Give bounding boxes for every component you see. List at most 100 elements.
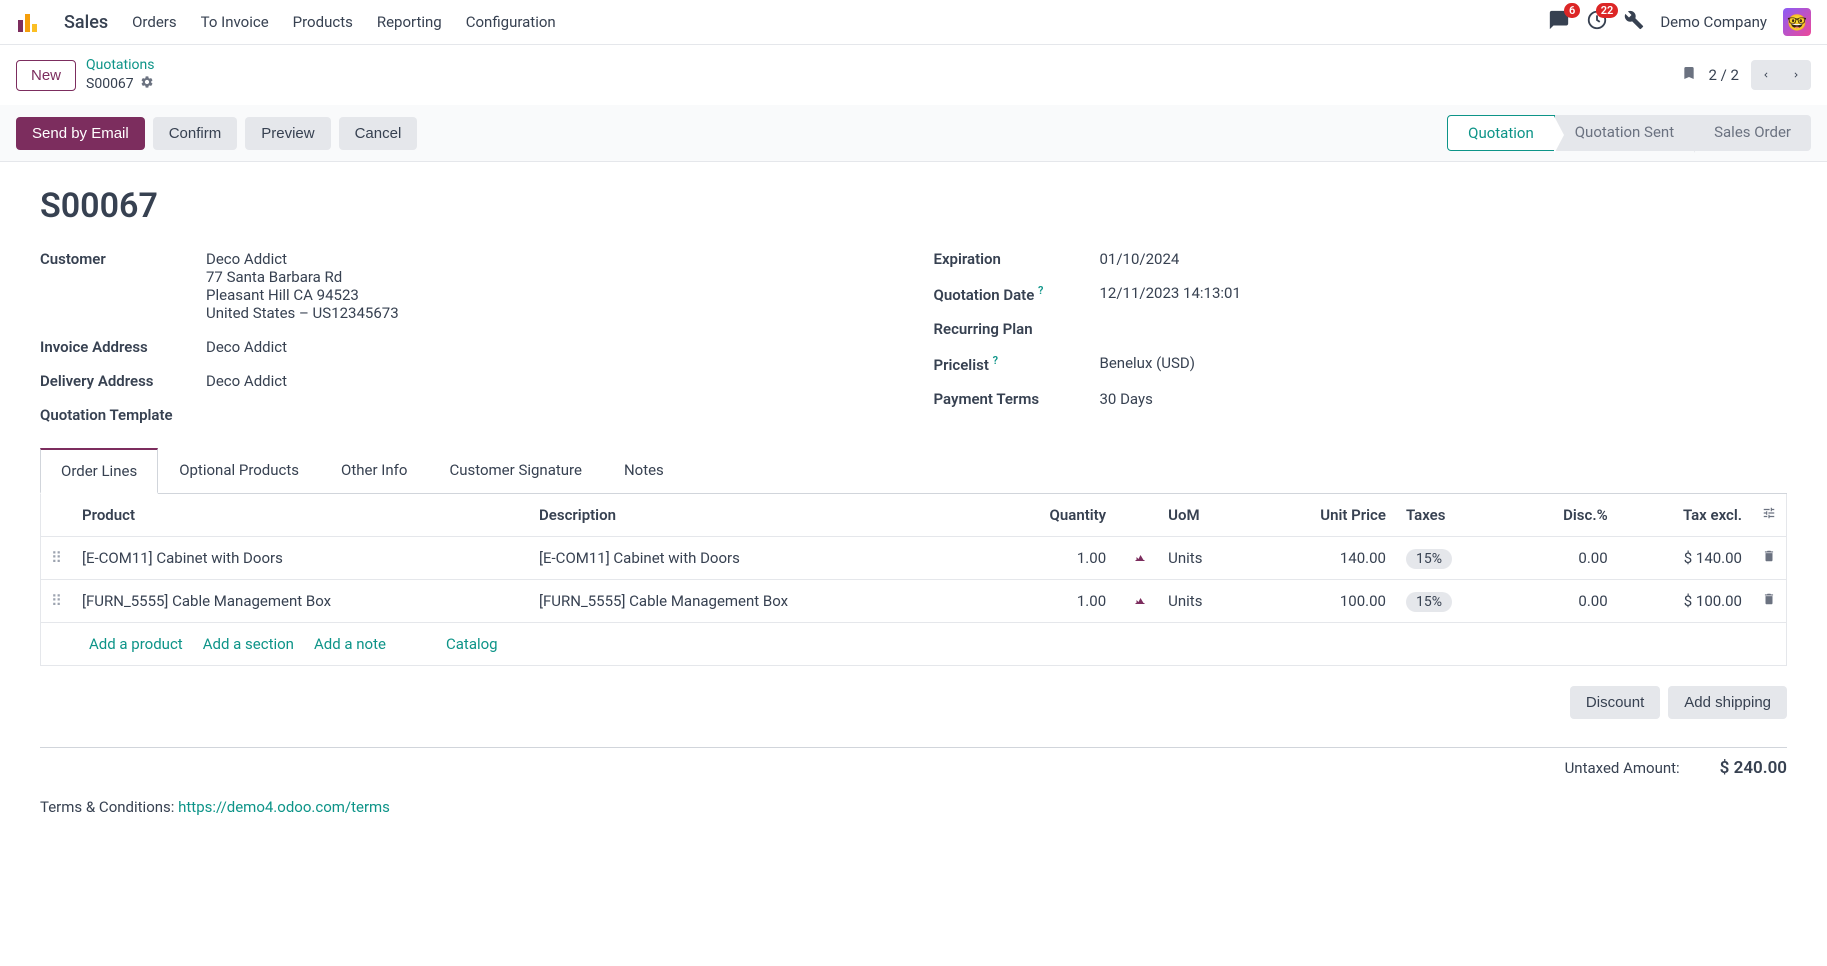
send-by-email-button[interactable]: Send by Email	[16, 117, 145, 150]
terms: Terms & Conditions: https://demo4.odoo.c…	[40, 788, 1787, 826]
terms-link[interactable]: https://demo4.odoo.com/terms	[178, 798, 390, 816]
cell-uom[interactable]: Units	[1158, 580, 1250, 623]
totals: Untaxed Amount: $ 240.00	[40, 747, 1787, 788]
forecast-icon[interactable]	[1132, 549, 1148, 567]
customer-city: Pleasant Hill CA 94523	[206, 286, 399, 304]
cell-product[interactable]: [E-COM11] Cabinet with Doors	[72, 537, 529, 580]
messages-icon[interactable]: 6	[1548, 9, 1570, 35]
cell-quantity[interactable]: 1.00	[986, 580, 1116, 623]
label-quotation-date: Quotation Date ?	[934, 284, 1084, 304]
value-expiration[interactable]: 01/10/2024	[1100, 250, 1180, 268]
columns-settings-icon[interactable]	[1762, 506, 1776, 524]
cell-description[interactable]: [FURN_5555] Cable Management Box	[529, 580, 986, 623]
preview-button[interactable]: Preview	[245, 117, 330, 150]
gear-icon[interactable]	[140, 75, 154, 93]
untaxed-label: Untaxed Amount:	[1565, 759, 1680, 777]
label-payment-terms: Payment Terms	[934, 390, 1084, 408]
value-payment-terms[interactable]: 30 Days	[1100, 390, 1153, 408]
customer-country: United States – US12345673	[206, 304, 399, 322]
breadcrumb-parent[interactable]: Quotations	[86, 57, 154, 73]
help-icon[interactable]: ?	[993, 354, 998, 367]
form-grid: Customer Deco Addict 77 Santa Barbara Rd…	[40, 250, 1787, 424]
value-delivery-address[interactable]: Deco Addict	[206, 372, 287, 390]
tab-order-lines[interactable]: Order Lines	[40, 448, 158, 494]
nav-configuration[interactable]: Configuration	[466, 13, 556, 31]
order-lines-table: Product Description Quantity UoM Unit Pr…	[40, 494, 1787, 666]
add-product-link[interactable]: Add a product	[89, 635, 183, 653]
delete-row-icon[interactable]	[1762, 549, 1776, 567]
stage-sales-order[interactable]: Sales Order	[1694, 115, 1811, 151]
app-name[interactable]: Sales	[64, 12, 108, 33]
debug-icon[interactable]	[1624, 10, 1644, 34]
value-pricelist[interactable]: Benelux (USD)	[1100, 354, 1195, 374]
confirm-button[interactable]: Confirm	[153, 117, 238, 150]
table-row[interactable]: ⠿ [E-COM11] Cabinet with Doors [E-COM11]…	[41, 537, 1786, 580]
breadcrumb-bar: New Quotations S00067 2 / 2	[0, 45, 1827, 105]
stage-quotation[interactable]: Quotation	[1447, 115, 1555, 151]
bookmark-icon[interactable]	[1681, 63, 1697, 87]
add-row: Add a product Add a section Add a note C…	[41, 623, 1786, 665]
value-invoice-address[interactable]: Deco Addict	[206, 338, 287, 356]
th-unit-price[interactable]: Unit Price	[1250, 494, 1396, 537]
new-button[interactable]: New	[16, 60, 76, 91]
cell-description[interactable]: [E-COM11] Cabinet with Doors	[529, 537, 986, 580]
tab-optional-products[interactable]: Optional Products	[158, 448, 320, 493]
table-row[interactable]: ⠿ [FURN_5555] Cable Management Box [FURN…	[41, 580, 1786, 623]
th-quantity[interactable]: Quantity	[986, 494, 1116, 537]
cell-tax-excl: $ 100.00	[1618, 580, 1752, 623]
cell-uom[interactable]: Units	[1158, 537, 1250, 580]
user-avatar[interactable]: 🤓	[1783, 8, 1811, 36]
tab-customer-signature[interactable]: Customer Signature	[428, 448, 603, 493]
cell-tax-excl: $ 140.00	[1618, 537, 1752, 580]
add-shipping-button[interactable]: Add shipping	[1668, 686, 1787, 719]
nav-orders[interactable]: Orders	[132, 13, 177, 31]
tabs: Order Lines Optional Products Other Info…	[40, 448, 1787, 494]
cell-unit-price[interactable]: 100.00	[1250, 580, 1396, 623]
nav-products[interactable]: Products	[293, 13, 353, 31]
add-section-link[interactable]: Add a section	[203, 635, 294, 653]
pager-text[interactable]: 2 / 2	[1709, 66, 1740, 84]
add-note-link[interactable]: Add a note	[314, 635, 386, 653]
drag-handle-icon[interactable]: ⠿	[41, 537, 72, 580]
drag-handle-icon[interactable]: ⠿	[41, 580, 72, 623]
pager-prev[interactable]	[1751, 60, 1781, 90]
label-invoice-address: Invoice Address	[40, 338, 190, 356]
activities-badge: 22	[1596, 3, 1619, 18]
value-customer[interactable]: Deco Addict 77 Santa Barbara Rd Pleasant…	[206, 250, 399, 322]
app-logo-icon[interactable]	[16, 10, 40, 34]
th-description[interactable]: Description	[529, 494, 986, 537]
pager: 2 / 2	[1681, 60, 1812, 90]
tab-notes[interactable]: Notes	[603, 448, 685, 493]
cell-taxes[interactable]: 15%	[1396, 537, 1508, 580]
nav-to-invoice[interactable]: To Invoice	[201, 13, 269, 31]
pager-next[interactable]	[1781, 60, 1811, 90]
form-col-left: Customer Deco Addict 77 Santa Barbara Rd…	[40, 250, 894, 424]
help-icon[interactable]: ?	[1038, 284, 1043, 297]
stage-quotation-sent[interactable]: Quotation Sent	[1555, 115, 1694, 151]
cell-disc[interactable]: 0.00	[1508, 537, 1618, 580]
delete-row-icon[interactable]	[1762, 592, 1776, 610]
th-tax-excl[interactable]: Tax excl.	[1618, 494, 1752, 537]
customer-name: Deco Addict	[206, 250, 399, 268]
customer-street: 77 Santa Barbara Rd	[206, 268, 399, 286]
cell-disc[interactable]: 0.00	[1508, 580, 1618, 623]
activities-icon[interactable]: 22	[1586, 9, 1608, 35]
tab-other-info[interactable]: Other Info	[320, 448, 428, 493]
cell-taxes[interactable]: 15%	[1396, 580, 1508, 623]
cell-quantity[interactable]: 1.00	[986, 537, 1116, 580]
discount-button[interactable]: Discount	[1570, 686, 1660, 719]
messages-badge: 6	[1564, 3, 1580, 18]
cell-product[interactable]: [FURN_5555] Cable Management Box	[72, 580, 529, 623]
cancel-button[interactable]: Cancel	[339, 117, 418, 150]
th-taxes[interactable]: Taxes	[1396, 494, 1508, 537]
value-quotation-date[interactable]: 12/11/2023 14:13:01	[1100, 284, 1241, 304]
nav-reporting[interactable]: Reporting	[377, 13, 442, 31]
forecast-icon[interactable]	[1132, 592, 1148, 610]
th-uom[interactable]: UoM	[1158, 494, 1250, 537]
cell-unit-price[interactable]: 140.00	[1250, 537, 1396, 580]
main-form: S00067 Customer Deco Addict 77 Santa Bar…	[0, 162, 1827, 850]
catalog-link[interactable]: Catalog	[446, 635, 498, 653]
th-disc[interactable]: Disc.%	[1508, 494, 1618, 537]
company-name[interactable]: Demo Company	[1660, 13, 1767, 31]
th-product[interactable]: Product	[72, 494, 529, 537]
